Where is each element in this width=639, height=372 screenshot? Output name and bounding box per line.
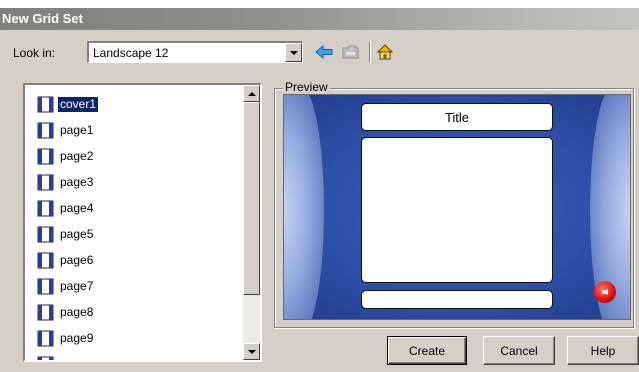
- list-item-label: page8: [60, 305, 94, 319]
- list-item[interactable]: cover1: [35, 93, 235, 119]
- window-title: New Grid Set: [0, 8, 639, 30]
- top-strip: [0, 0, 639, 8]
- grid-page-list[interactable]: cover1 page1 page2 page3 page4 page5 pag…: [23, 83, 262, 362]
- help-button[interactable]: Help: [567, 336, 639, 365]
- list-item-label: page4: [60, 201, 94, 215]
- page-icon: [37, 96, 54, 113]
- create-button[interactable]: Create: [387, 336, 467, 365]
- list-items: cover1 page1 page2 page3 page4 page5 pag…: [35, 93, 235, 360]
- page-icon: [37, 278, 54, 295]
- list-item[interactable]: page1: [35, 119, 235, 145]
- list-item-label: page5: [60, 227, 94, 241]
- look-in-combo[interactable]: Landscape 12: [87, 41, 303, 63]
- page-icon: [37, 356, 54, 360]
- look-in-value: Landscape 12: [93, 46, 169, 60]
- chevron-up-icon: [247, 91, 256, 96]
- list-item[interactable]: page3: [35, 171, 235, 197]
- page-icon: [37, 200, 54, 217]
- list-item[interactable]: page5: [35, 223, 235, 249]
- list-item[interactable]: page9: [35, 327, 235, 353]
- chevron-down-icon: [247, 349, 256, 354]
- page-icon: [37, 226, 54, 243]
- list-item[interactable]: page2: [35, 145, 235, 171]
- toolbar-separator: [369, 42, 371, 62]
- preview-title-cell: Title: [361, 103, 553, 131]
- list-item[interactable]: page8: [35, 301, 235, 327]
- page-icon: [37, 148, 54, 165]
- preview-legend: Preview: [283, 80, 330, 94]
- preview-title-text: Title: [444, 109, 470, 125]
- look-in-label: Look in:: [13, 46, 56, 60]
- list-scrollbar[interactable]: [243, 85, 260, 360]
- logo-badge-icon: [594, 281, 616, 303]
- list-item-label: page9: [60, 331, 94, 345]
- back-arrow-icon[interactable]: [314, 43, 334, 61]
- cancel-button[interactable]: Cancel: [483, 336, 555, 365]
- page-icon: [37, 252, 54, 269]
- list-item-label: page6: [60, 253, 94, 267]
- scroll-down-button[interactable]: [243, 343, 260, 360]
- preview-left-panel: [284, 95, 324, 319]
- preview-area: Title: [283, 94, 631, 320]
- scroll-thumb[interactable]: [243, 102, 260, 295]
- chevron-down-icon: [289, 50, 298, 55]
- home-icon[interactable]: [375, 43, 395, 61]
- scroll-up-button[interactable]: [243, 85, 260, 102]
- list-item-label: page7: [60, 279, 94, 293]
- combo-dropdown-button[interactable]: [285, 43, 302, 62]
- list-item-partial[interactable]: [35, 353, 235, 360]
- list-item[interactable]: page7: [35, 275, 235, 301]
- list-item-label: page1: [60, 123, 94, 137]
- page-icon: [37, 174, 54, 191]
- page-icon: [37, 304, 54, 321]
- page-icon: [37, 330, 54, 347]
- folder-icon[interactable]: [341, 43, 361, 61]
- preview-body-cell: [361, 137, 553, 283]
- list-item-label: cover1: [56, 96, 100, 113]
- list-item-label: page2: [60, 149, 94, 163]
- list-item[interactable]: page6: [35, 249, 235, 275]
- preview-footer-cell: [361, 290, 553, 309]
- list-item[interactable]: page4: [35, 197, 235, 223]
- list-item-label: page3: [60, 175, 94, 189]
- page-icon: [37, 122, 54, 139]
